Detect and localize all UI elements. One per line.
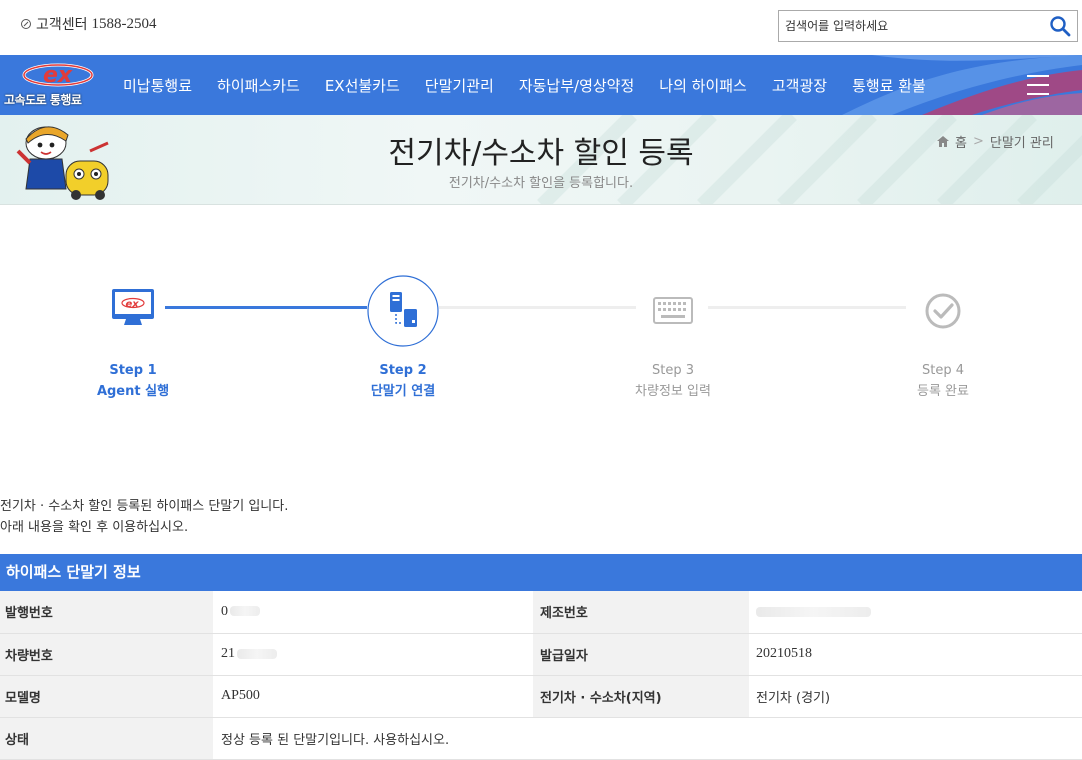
check-circle-icon <box>925 293 961 329</box>
table-row: 모델명 AP500 전기차 · 수소차(지역) 전기차 (경기) <box>0 675 1082 718</box>
value-status: 정상 등록 된 단말기입니다. 사용하십시오. <box>213 717 1082 760</box>
breadcrumb-current[interactable]: 단말기 관리 <box>990 132 1054 151</box>
label-issue-date: 발급일자 <box>533 633 749 676</box>
phone-icon <box>21 19 31 29</box>
menu-hipass-card[interactable]: 하이패스카드 <box>217 75 300 96</box>
menu-customer-square[interactable]: 고객광장 <box>772 75 827 96</box>
info-table: 발행번호 0 제조번호 차량번호 21 발급일자 20210518 모델명 AP… <box>0 591 1082 760</box>
table-row: 상태 정상 등록 된 단말기입니다. 사용하십시오. <box>0 717 1082 760</box>
customer-center-number: 1588-2504 <box>91 15 157 32</box>
top-utility-bar: 고객센터 1588-2504 <box>0 0 1082 55</box>
menu-toll-refund[interactable]: 통행료 환불 <box>852 75 926 96</box>
notice-line-1: 전기차 · 수소차 할인 등록된 하이패스 단말기 입니다. <box>0 499 289 514</box>
step-2-label: Step 2 단말기 연결 <box>333 360 473 402</box>
value-serial-number <box>749 591 1082 634</box>
label-serial-number: 제조번호 <box>533 591 749 634</box>
step-1-label: Step 1 Agent 실행 <box>63 360 203 402</box>
step-line-2-3 <box>439 306 636 309</box>
page-subtitle: 전기차/수소차 할인을 등록합니다. <box>448 176 634 191</box>
step-3-title: 차량정보 입력 <box>635 384 711 399</box>
label-model-name: 모델명 <box>0 675 213 718</box>
search-icon[interactable] <box>1049 15 1071 37</box>
value-issue-date: 20210518 <box>749 633 1082 676</box>
info-table-title: 하이패스 단말기 정보 <box>0 554 1082 591</box>
value-model-name: AP500 <box>213 675 533 718</box>
site-logo[interactable]: ex 고속도로 통행료 <box>4 59 112 111</box>
step-line-3-4 <box>708 306 906 309</box>
svg-text:ex: ex <box>126 299 140 310</box>
step-indicator: ex Step 1 Agent 실행 Step 2 단말기 연결 Step 3 … <box>0 205 1082 465</box>
menu-device-management[interactable]: 단말기관리 <box>425 75 494 96</box>
label-vehicle-number: 차량번호 <box>0 633 213 676</box>
search-box <box>778 10 1078 42</box>
search-input[interactable] <box>779 11 1039 41</box>
step-1-number: Step 1 <box>109 363 157 378</box>
table-row: 차량번호 21 발급일자 20210518 <box>0 633 1082 676</box>
label-issue-number: 발행번호 <box>0 591 213 634</box>
customer-center-label: 고객센터 <box>36 17 88 33</box>
breadcrumb-separator-icon: > <box>972 134 984 149</box>
global-navigation: ex 고속도로 통행료 미납통행료 하이패스카드 EX선불카드 단말기관리 자동… <box>0 55 1082 115</box>
svg-text:ex: ex <box>43 63 73 88</box>
monitor-ex-icon: ex <box>112 289 154 325</box>
notice-text: 전기차 · 수소차 할인 등록된 하이패스 단말기 입니다. 아래 내용을 확인… <box>0 496 288 538</box>
device-connect-icon <box>367 275 439 347</box>
ex-logo-icon: ex <box>22 63 94 88</box>
menu-my-hipass[interactable]: 나의 하이패스 <box>659 75 747 96</box>
home-icon[interactable] <box>937 136 949 147</box>
step-4-number: Step 4 <box>921 363 964 378</box>
menu-ex-prepaid-card[interactable]: EX선불카드 <box>325 75 400 96</box>
step-2-number: Step 2 <box>379 363 427 378</box>
main-menu: 미납통행료 하이패스카드 EX선불카드 단말기관리 자동납부/영상약정 나의 하… <box>123 55 951 115</box>
breadcrumb: 홈 > 단말기 관리 <box>937 132 1054 151</box>
value-issue-number: 0 <box>213 591 533 634</box>
value-vehicle-number: 21 <box>213 633 533 676</box>
step-4-title: 등록 완료 <box>917 384 969 399</box>
logo-text: 고속도로 통행료 <box>4 93 82 107</box>
step-1-title: Agent 실행 <box>96 384 170 399</box>
hamburger-menu-icon[interactable] <box>1027 75 1049 95</box>
step-3-number: Step 3 <box>651 363 694 378</box>
step-3-label: Step 3 차량정보 입력 <box>603 360 743 402</box>
step-line-1-2 <box>165 306 367 309</box>
page-title: 전기차/수소차 할인 등록 <box>388 136 694 171</box>
notice-line-2: 아래 내용을 확인 후 이용하십시오. <box>0 520 189 535</box>
keyboard-icon <box>653 297 693 324</box>
label-ev-region: 전기차 · 수소차(지역) <box>533 675 749 718</box>
label-status: 상태 <box>0 717 213 760</box>
menu-unpaid-toll[interactable]: 미납통행료 <box>123 75 192 96</box>
breadcrumb-home[interactable]: 홈 <box>955 132 967 151</box>
customer-center: 고객센터 1588-2504 <box>20 14 157 34</box>
table-row: 발행번호 0 제조번호 <box>0 591 1082 634</box>
value-ev-region: 전기차 (경기) <box>749 675 1082 718</box>
menu-auto-payment[interactable]: 자동납부/영상약정 <box>519 75 634 96</box>
page-banner: 전기차/수소차 할인 등록 전기차/수소차 할인을 등록합니다. 홈 > 단말기… <box>0 115 1082 205</box>
step-4-label: Step 4 등록 완료 <box>873 360 1013 402</box>
step-2-title: 단말기 연결 <box>370 384 436 399</box>
